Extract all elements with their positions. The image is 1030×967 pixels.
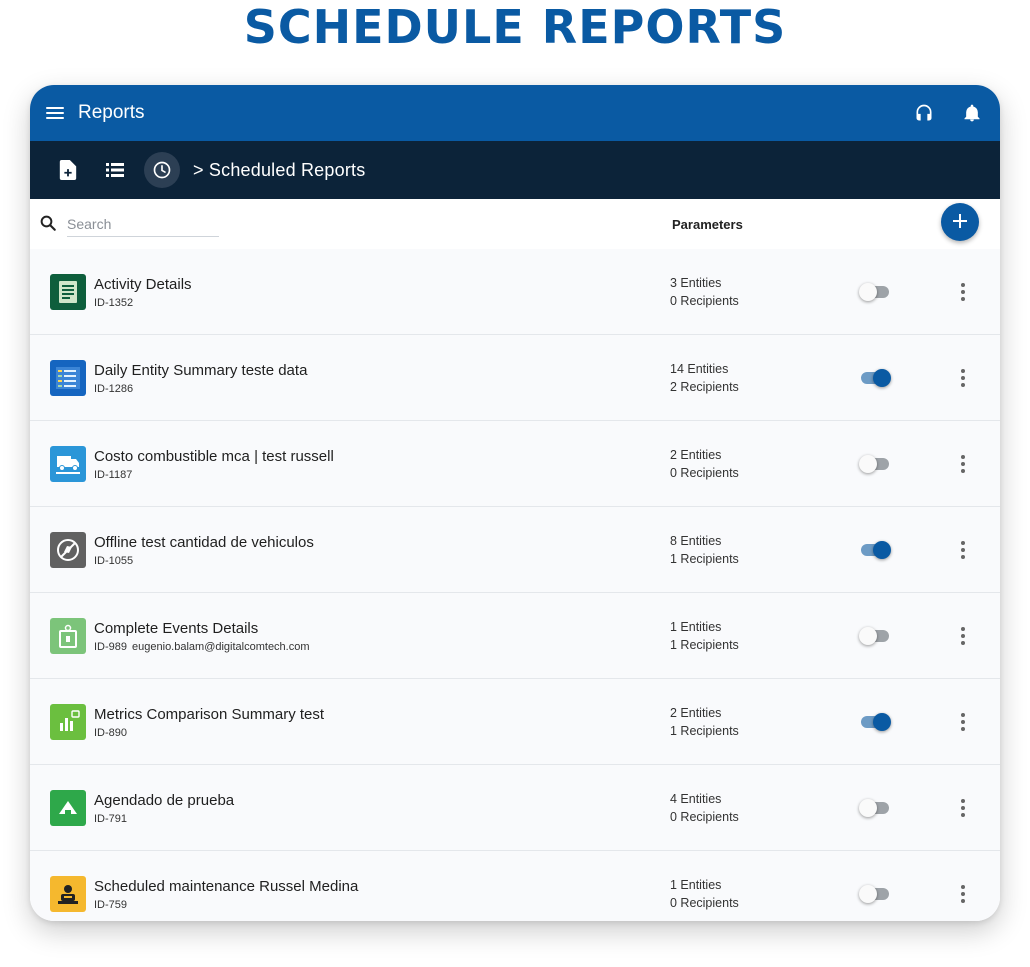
event-tag-icon [50, 618, 86, 654]
table-row[interactable]: Agendado de prueba ID-791 4 Entities 0 R… [30, 765, 1000, 851]
report-id-line: ID-1352 [94, 297, 133, 309]
enable-toggle[interactable] [859, 369, 891, 387]
add-report-button[interactable] [941, 203, 979, 241]
report-id: ID-989 [94, 641, 128, 653]
report-name: Agendado de prueba [94, 792, 235, 809]
page-title: SCHEDULE REPORTS [243, 0, 787, 54]
recipients-count: 0 Recipients [670, 466, 739, 480]
table-row[interactable]: Complete Events Details ID-989 eugenio.ba… [30, 593, 1000, 679]
enable-toggle[interactable] [859, 885, 891, 903]
breadcrumb[interactable]: > Scheduled Reports [193, 160, 365, 181]
report-name: Complete Events Details [94, 620, 259, 637]
recipients-count: 1 Recipients [670, 724, 739, 738]
more-options-icon[interactable] [956, 281, 970, 303]
app-title: Reports [78, 102, 145, 123]
list-header: Parameters [30, 199, 1000, 249]
report-id-line: ID-989 eugenio.balam@digitalcomtech.com [94, 641, 310, 653]
table-row[interactable]: Costo combustible mca | test russell ID-… [30, 421, 1000, 507]
report-id: ID-1286 [94, 383, 134, 395]
report-name: Metrics Comparison Summary test [94, 706, 325, 723]
report-id: ID-890 [94, 727, 128, 739]
headset-icon[interactable] [912, 101, 936, 125]
table-row[interactable]: Scheduled maintenance Russel Medina ID-7… [30, 851, 1000, 921]
table-row[interactable]: Offline test cantidad de vehiculos ID-10… [30, 507, 1000, 593]
entities-count: 1 Entities [670, 620, 722, 634]
report-name: Scheduled maintenance Russel Medina [94, 878, 359, 895]
more-options-icon[interactable] [956, 625, 970, 647]
recipients-count: 2 Recipients [670, 380, 739, 394]
enable-toggle[interactable] [859, 799, 891, 817]
table-row[interactable]: Metrics Comparison Summary test ID-890 2… [30, 679, 1000, 765]
offline-icon [50, 532, 86, 568]
report-name: Daily Entity Summary teste data [94, 362, 308, 379]
recipients-count: 0 Recipients [670, 896, 739, 910]
report-name: Activity Details [94, 276, 192, 293]
search-input[interactable] [67, 213, 219, 237]
more-options-icon[interactable] [956, 453, 970, 475]
mechanic-icon [50, 876, 86, 912]
report-id-line: ID-1187 [94, 469, 132, 481]
report-id: ID-1187 [94, 469, 133, 481]
bell-icon[interactable] [960, 101, 984, 125]
menu-icon[interactable] [46, 106, 64, 120]
report-email: eugenio.balam@digitalcomtech.com [132, 641, 310, 653]
report-id-line: ID-759 [94, 899, 127, 911]
entities-count: 14 Entities [670, 362, 729, 376]
entities-count: 4 Entities [670, 792, 722, 806]
more-options-icon[interactable] [956, 539, 970, 561]
table-row[interactable]: Daily Entity Summary teste data ID-1286 … [30, 335, 1000, 421]
recipients-count: 0 Recipients [670, 810, 739, 824]
app-window: Reports > Scheduled Reports Parame [30, 85, 1000, 921]
enable-toggle[interactable] [859, 541, 891, 559]
summary-list-icon [50, 360, 86, 396]
report-id-line: ID-890 [94, 727, 127, 739]
recipients-count: 1 Recipients [670, 552, 739, 566]
plus-icon [952, 213, 968, 232]
report-id: ID-1055 [94, 555, 134, 567]
report-id-line: ID-1055 [94, 555, 133, 567]
report-id: ID-791 [94, 813, 128, 825]
clock-icon[interactable] [144, 152, 180, 188]
entities-count: 1 Entities [670, 878, 722, 892]
more-options-icon[interactable] [956, 711, 970, 733]
entities-count: 2 Entities [670, 448, 722, 462]
top-app-bar: Reports [30, 85, 1000, 141]
recipients-count: 0 Recipients [670, 294, 739, 308]
report-name: Offline test cantidad de vehiculos [94, 534, 314, 551]
entities-count: 3 Entities [670, 276, 722, 290]
report-name: Costo combustible mca | test russell [94, 448, 334, 465]
bar-chart-icon [50, 704, 86, 740]
new-report-icon[interactable] [50, 152, 86, 188]
report-id: ID-1352 [94, 297, 134, 309]
enable-toggle[interactable] [859, 713, 891, 731]
entities-count: 2 Entities [670, 706, 722, 720]
table-row[interactable]: Activity Details ID-1352 3 Entities 0 Re… [30, 249, 1000, 335]
breadcrumb-bar: > Scheduled Reports [30, 141, 1000, 199]
enable-toggle[interactable] [859, 283, 891, 301]
report-list: Parameters Activity Details ID-1352 3 En… [30, 199, 1000, 921]
more-options-icon[interactable] [956, 883, 970, 905]
report-id: ID-759 [94, 899, 128, 911]
enable-toggle[interactable] [859, 455, 891, 473]
entities-count: 8 Entities [670, 534, 722, 548]
search-icon [39, 214, 57, 237]
search-box [39, 213, 219, 237]
enable-toggle[interactable] [859, 627, 891, 645]
recipients-count: 1 Recipients [670, 638, 739, 652]
clipboard-icon [50, 274, 86, 310]
parameters-column-header: Parameters [672, 217, 743, 232]
report-id-line: ID-1286 [94, 383, 133, 395]
triangle-icon [50, 790, 86, 826]
more-options-icon[interactable] [956, 367, 970, 389]
more-options-icon[interactable] [956, 797, 970, 819]
truck-icon [50, 446, 86, 482]
list-icon[interactable] [97, 152, 133, 188]
report-id-line: ID-791 [94, 813, 127, 825]
